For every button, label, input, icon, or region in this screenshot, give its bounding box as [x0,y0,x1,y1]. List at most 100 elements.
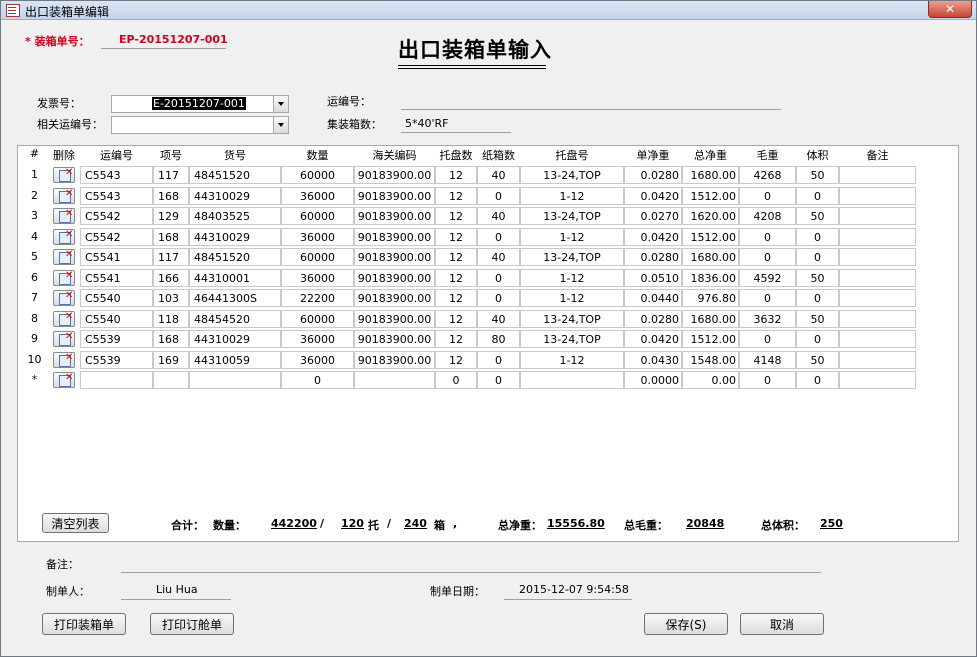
cell-gross[interactable]: 0 [739,248,796,266]
cell-volume[interactable]: 50 [796,207,839,225]
cell-quantity[interactable]: 60000 [281,207,354,225]
cell-quantity[interactable]: 36000 [281,351,354,369]
delete-row-button[interactable]: ✕ [53,372,75,388]
cell-hs-code[interactable]: 90183900.00 [354,269,435,287]
cell-pallet-no[interactable]: 1-12 [520,187,624,205]
cell-remarks[interactable] [839,187,916,205]
cell-item-no[interactable]: 169 [153,351,189,369]
cell-goods-no[interactable] [189,371,281,389]
cell-volume[interactable]: 0 [796,228,839,246]
cell-hs-code[interactable]: 90183900.00 [354,248,435,266]
cell-cartons[interactable]: 40 [477,166,520,184]
cell-unit-net[interactable]: 0.0280 [624,310,682,328]
cell-remarks[interactable] [839,289,916,307]
cell-pallets[interactable]: 12 [435,228,477,246]
cell-pallets[interactable]: 12 [435,269,477,287]
date-value[interactable]: 2015-12-07 9:54:58 [519,583,629,596]
cell-unit-net[interactable]: 0.0000 [624,371,682,389]
cell-remarks[interactable] [839,207,916,225]
cell-item-no[interactable]: 166 [153,269,189,287]
remarks-field[interactable] [121,572,821,573]
cell-quantity[interactable]: 0 [281,371,354,389]
cell-quantity[interactable]: 36000 [281,187,354,205]
delete-row-button[interactable]: ✕ [53,331,75,347]
cell-remarks[interactable] [839,248,916,266]
cell-quantity[interactable]: 60000 [281,310,354,328]
cell-gross[interactable]: 4592 [739,269,796,287]
cell-volume[interactable]: 0 [796,371,839,389]
cell-pallets[interactable]: 0 [435,371,477,389]
cell-shipping-no[interactable] [80,371,153,389]
cell-pallet-no[interactable] [520,371,624,389]
cell-remarks[interactable] [839,371,916,389]
cell-hs-code[interactable]: 90183900.00 [354,310,435,328]
cell-volume[interactable]: 50 [796,310,839,328]
save-button[interactable]: 保存(S) [644,613,728,635]
cell-goods-no[interactable]: 44310029 [189,330,281,348]
cell-shipping-no[interactable]: C5543 [80,187,153,205]
container-value[interactable]: 5*40'RF [405,117,449,130]
cell-volume[interactable]: 50 [796,351,839,369]
cell-shipping-no[interactable]: C5542 [80,207,153,225]
cell-volume[interactable]: 0 [796,289,839,307]
cell-unit-net[interactable]: 0.0270 [624,207,682,225]
cell-cartons[interactable]: 40 [477,248,520,266]
cell-shipping-no[interactable]: C5540 [80,289,153,307]
cell-item-no[interactable]: 168 [153,187,189,205]
cell-gross[interactable]: 0 [739,289,796,307]
invoice-combo[interactable]: E-20151207-001 [111,95,289,113]
cell-pallet-no[interactable]: 1-12 [520,351,624,369]
cell-total-net[interactable]: 1680.00 [682,310,739,328]
cell-remarks[interactable] [839,310,916,328]
cell-gross[interactable]: 0 [739,228,796,246]
cell-pallets[interactable]: 12 [435,166,477,184]
cell-pallets[interactable]: 12 [435,248,477,266]
cell-gross[interactable]: 4148 [739,351,796,369]
cell-remarks[interactable] [839,330,916,348]
cell-volume[interactable]: 0 [796,248,839,266]
cell-total-net[interactable]: 1512.00 [682,187,739,205]
cell-unit-net[interactable]: 0.0510 [624,269,682,287]
delete-row-button[interactable]: ✕ [53,229,75,245]
cell-total-net[interactable]: 1512.00 [682,228,739,246]
cell-goods-no[interactable]: 48451520 [189,166,281,184]
cell-hs-code[interactable]: 90183900.00 [354,207,435,225]
delete-row-button[interactable]: ✕ [53,311,75,327]
cell-goods-no[interactable]: 48454520 [189,310,281,328]
delete-row-button[interactable]: ✕ [53,188,75,204]
cell-pallet-no[interactable]: 1-12 [520,269,624,287]
delete-row-button[interactable]: ✕ [53,270,75,286]
cell-remarks[interactable] [839,166,916,184]
cell-quantity[interactable]: 36000 [281,330,354,348]
cell-pallets[interactable]: 12 [435,330,477,348]
delete-row-button[interactable]: ✕ [53,352,75,368]
cell-quantity[interactable]: 36000 [281,228,354,246]
maker-value[interactable]: Liu Hua [156,583,198,596]
cell-cartons[interactable]: 0 [477,351,520,369]
cell-hs-code[interactable] [354,371,435,389]
cell-pallets[interactable]: 12 [435,310,477,328]
cell-hs-code[interactable]: 90183900.00 [354,289,435,307]
related-combo[interactable] [111,116,289,134]
delete-row-button[interactable]: ✕ [53,167,75,183]
cell-pallet-no[interactable]: 13-24,TOP [520,330,624,348]
cell-shipping-no[interactable]: C5539 [80,351,153,369]
cell-cartons[interactable]: 0 [477,269,520,287]
cell-cartons[interactable]: 0 [477,187,520,205]
cell-shipping-no[interactable]: C5540 [80,310,153,328]
cell-pallet-no[interactable]: 13-24,TOP [520,310,624,328]
cell-gross[interactable]: 4268 [739,166,796,184]
cell-quantity[interactable]: 22200 [281,289,354,307]
cell-hs-code[interactable]: 90183900.00 [354,228,435,246]
cancel-button[interactable]: 取消 [740,613,824,635]
cell-cartons[interactable]: 40 [477,310,520,328]
cell-remarks[interactable] [839,228,916,246]
cell-total-net[interactable]: 1680.00 [682,166,739,184]
cell-item-no[interactable] [153,371,189,389]
cell-pallet-no[interactable]: 13-24,TOP [520,166,624,184]
cell-unit-net[interactable]: 0.0430 [624,351,682,369]
cell-goods-no[interactable]: 44310029 [189,228,281,246]
cell-volume[interactable]: 50 [796,166,839,184]
cell-gross[interactable]: 3632 [739,310,796,328]
cell-pallets[interactable]: 12 [435,289,477,307]
